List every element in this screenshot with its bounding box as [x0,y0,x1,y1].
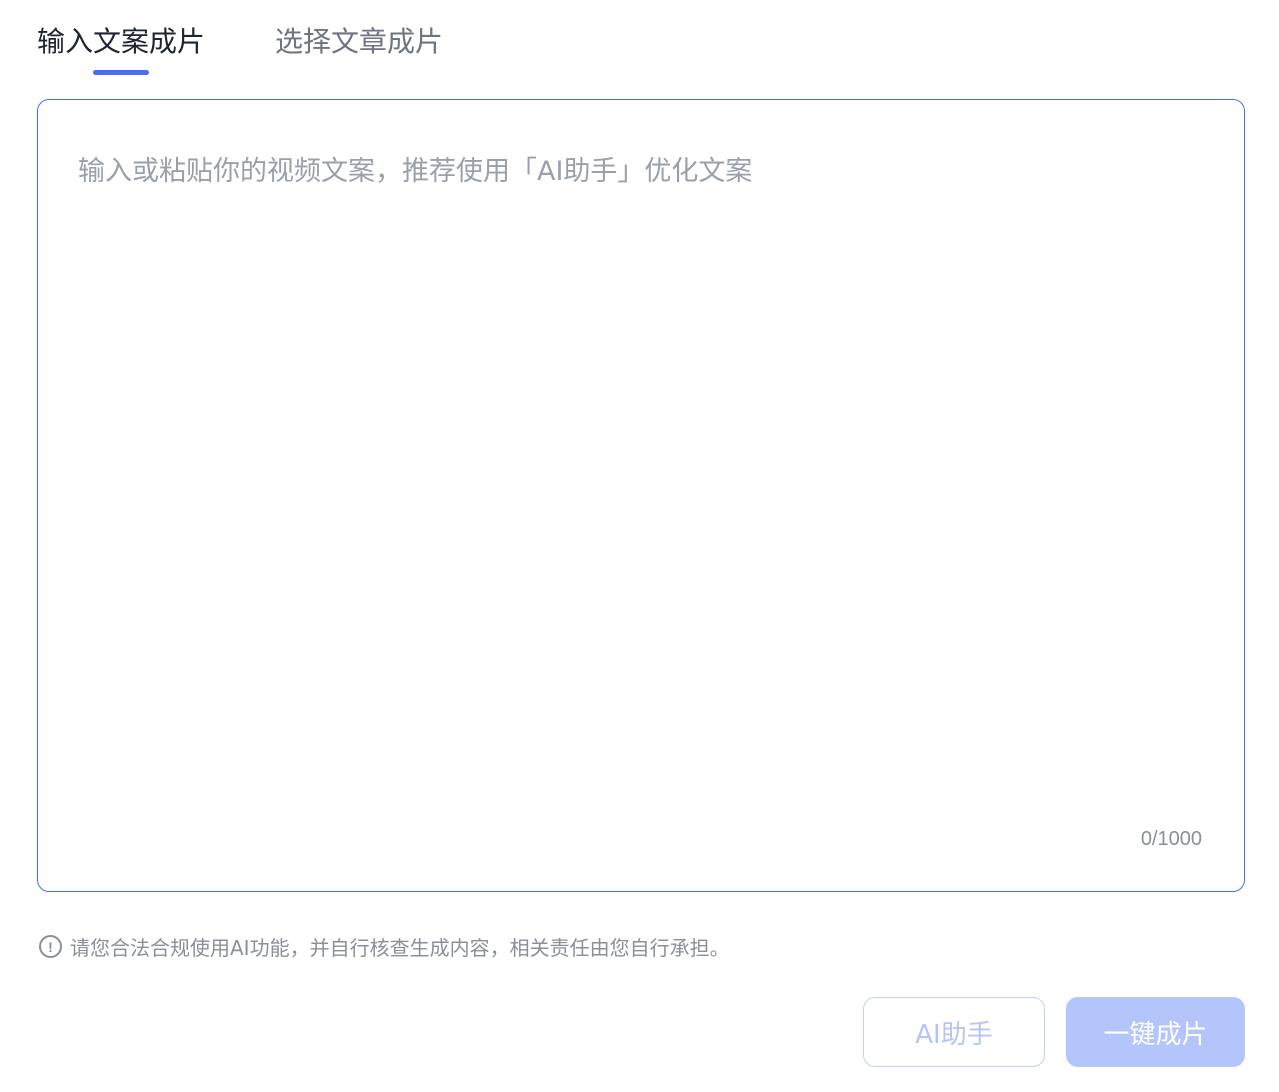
page: 输入文案成片 选择文章成片 0/1000 ! 请您合法合规使用AI功能，并自行核… [0,0,1279,1092]
compliance-notice: ! 请您合法合规使用AI功能，并自行核查生成内容，相关责任由您自行承担。 [39,932,730,961]
character-counter: 0/1000 [1140,828,1202,850]
copy-textarea[interactable] [78,152,1198,812]
tab-select-article[interactable]: 选择文章成片 [275,22,443,62]
tab-select-article-label: 选择文章成片 [275,25,444,58]
tab-input-copy[interactable]: 输入文案成片 [37,22,206,75]
compliance-notice-text: 请您合法合规使用AI功能，并自行核查生成内容，相关责任由您自行承担。 [70,936,730,960]
info-icon: ! [39,935,62,958]
active-tab-indicator [93,70,149,75]
generate-video-button[interactable]: 一键成片 [1066,997,1245,1067]
tab-input-copy-label: 输入文案成片 [37,25,206,58]
copy-editor: 0/1000 [37,99,1245,892]
ai-assistant-button[interactable]: AI助手 [863,997,1045,1067]
tab-bar: 输入文案成片 选择文章成片 [37,22,443,78]
